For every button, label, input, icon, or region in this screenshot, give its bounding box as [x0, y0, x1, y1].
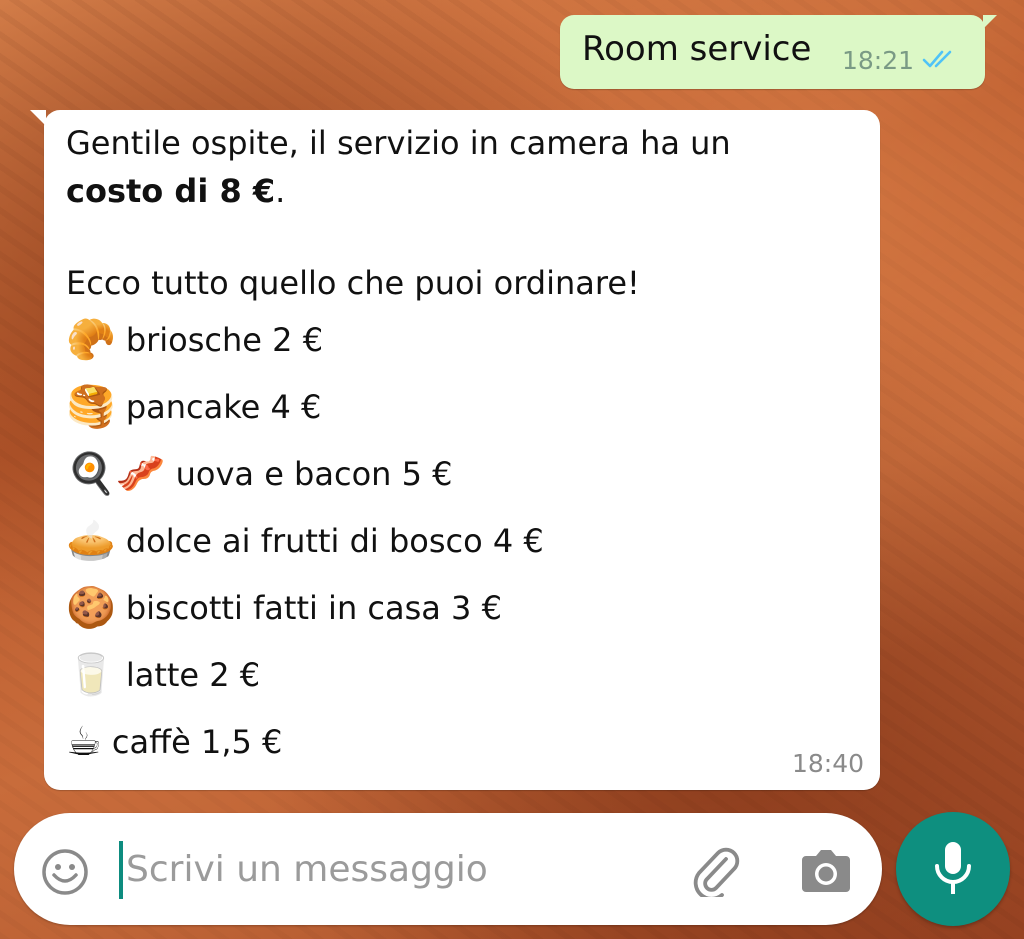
message-line-menu-intro: Ecco tutto quello che puoi ordinare! [66, 264, 640, 302]
egg-bacon-icon: 🍳🥓 [66, 451, 166, 497]
croissant-icon: 🥐 [66, 317, 116, 363]
paperclip-icon[interactable] [690, 845, 740, 897]
menu-item: 🥛 latte 2 € [66, 647, 260, 703]
smiley-icon[interactable] [40, 847, 90, 897]
message-line-cost: costo di 8 €. [66, 172, 285, 210]
menu-item: 🥞 pancake 4 € [66, 379, 321, 435]
menu-item-label: briosche 2 € [125, 321, 324, 359]
coffee-icon: ☕ [66, 719, 102, 765]
menu-item-label: caffè 1,5 € [111, 723, 283, 761]
menu-item: 🍪 biscotti fatti in casa 3 € [66, 580, 502, 636]
message-composer: Scrivi un messaggio [14, 813, 882, 925]
double-check-icon [922, 50, 952, 68]
camera-icon[interactable] [800, 848, 852, 894]
menu-item-label: dolce ai frutti di bosco 4 € [125, 522, 544, 560]
incoming-message-time: 18:40 [791, 749, 864, 778]
voice-record-button[interactable] [896, 812, 1010, 926]
menu-item-label: latte 2 € [125, 656, 261, 694]
menu-item: ☕ caffè 1,5 € [66, 714, 282, 770]
microphone-icon [935, 842, 971, 894]
message-line-greeting: Gentile ospite, il servizio in camera ha… [66, 124, 731, 162]
menu-item: 🥧 dolce ai frutti di bosco 4 € [66, 513, 544, 569]
outgoing-message-bubble[interactable]: Room service 18:21 [560, 15, 997, 89]
pancakes-icon: 🥞 [66, 384, 116, 430]
incoming-message-bubble[interactable]: Gentile ospite, il servizio in camera ha… [30, 110, 880, 790]
text-cursor [119, 841, 123, 899]
cost-period: . [275, 172, 286, 210]
menu-item: 🥐 briosche 2 € [66, 312, 323, 368]
menu-item-label: biscotti fatti in casa 3 € [125, 589, 502, 627]
menu-item-label: uova e bacon 5 € [175, 455, 453, 493]
message-input[interactable]: Scrivi un messaggio [126, 849, 488, 890]
outgoing-message-time: 18:21 [842, 46, 915, 75]
cost-bold-text: costo di 8 € [66, 172, 276, 210]
cookie-icon: 🍪 [66, 585, 116, 631]
pie-icon: 🥧 [66, 518, 116, 564]
milk-icon: 🥛 [66, 652, 116, 698]
menu-item-label: pancake 4 € [125, 388, 322, 426]
outgoing-message-text: Room service [582, 29, 812, 69]
menu-item: 🍳🥓 uova e bacon 5 € [66, 446, 452, 502]
